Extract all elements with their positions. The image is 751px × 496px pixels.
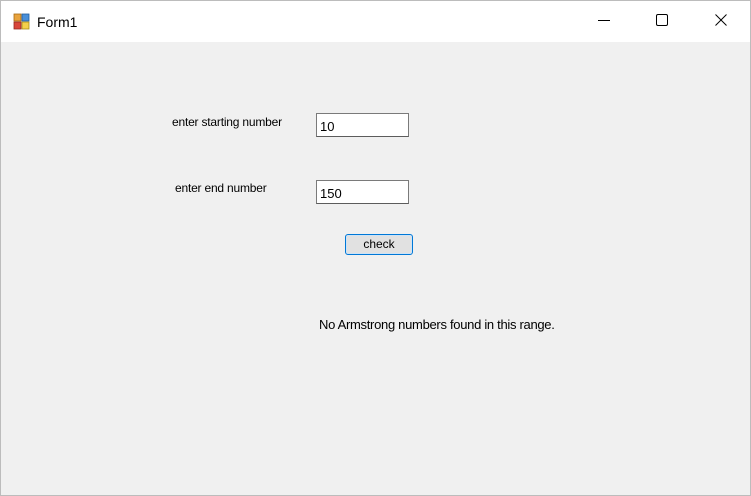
maximize-button[interactable] xyxy=(639,1,685,42)
end-number-label: enter end number xyxy=(175,181,267,195)
check-button[interactable]: check xyxy=(345,234,413,255)
form1-window: Form1 enter starting number enter end nu… xyxy=(0,0,751,496)
title-bar[interactable]: Form1 xyxy=(1,1,750,42)
end-number-input[interactable] xyxy=(316,180,409,204)
maximize-icon xyxy=(656,13,668,31)
window-title: Form1 xyxy=(37,14,78,30)
minimize-icon xyxy=(598,13,610,31)
close-button[interactable] xyxy=(698,1,744,42)
winforms-app-icon xyxy=(13,13,30,30)
close-icon xyxy=(715,13,727,31)
result-label: No Armstrong numbers found in this range… xyxy=(319,317,555,332)
start-number-label: enter starting number xyxy=(172,115,282,129)
minimize-button[interactable] xyxy=(581,1,627,42)
start-number-input[interactable] xyxy=(316,113,409,137)
